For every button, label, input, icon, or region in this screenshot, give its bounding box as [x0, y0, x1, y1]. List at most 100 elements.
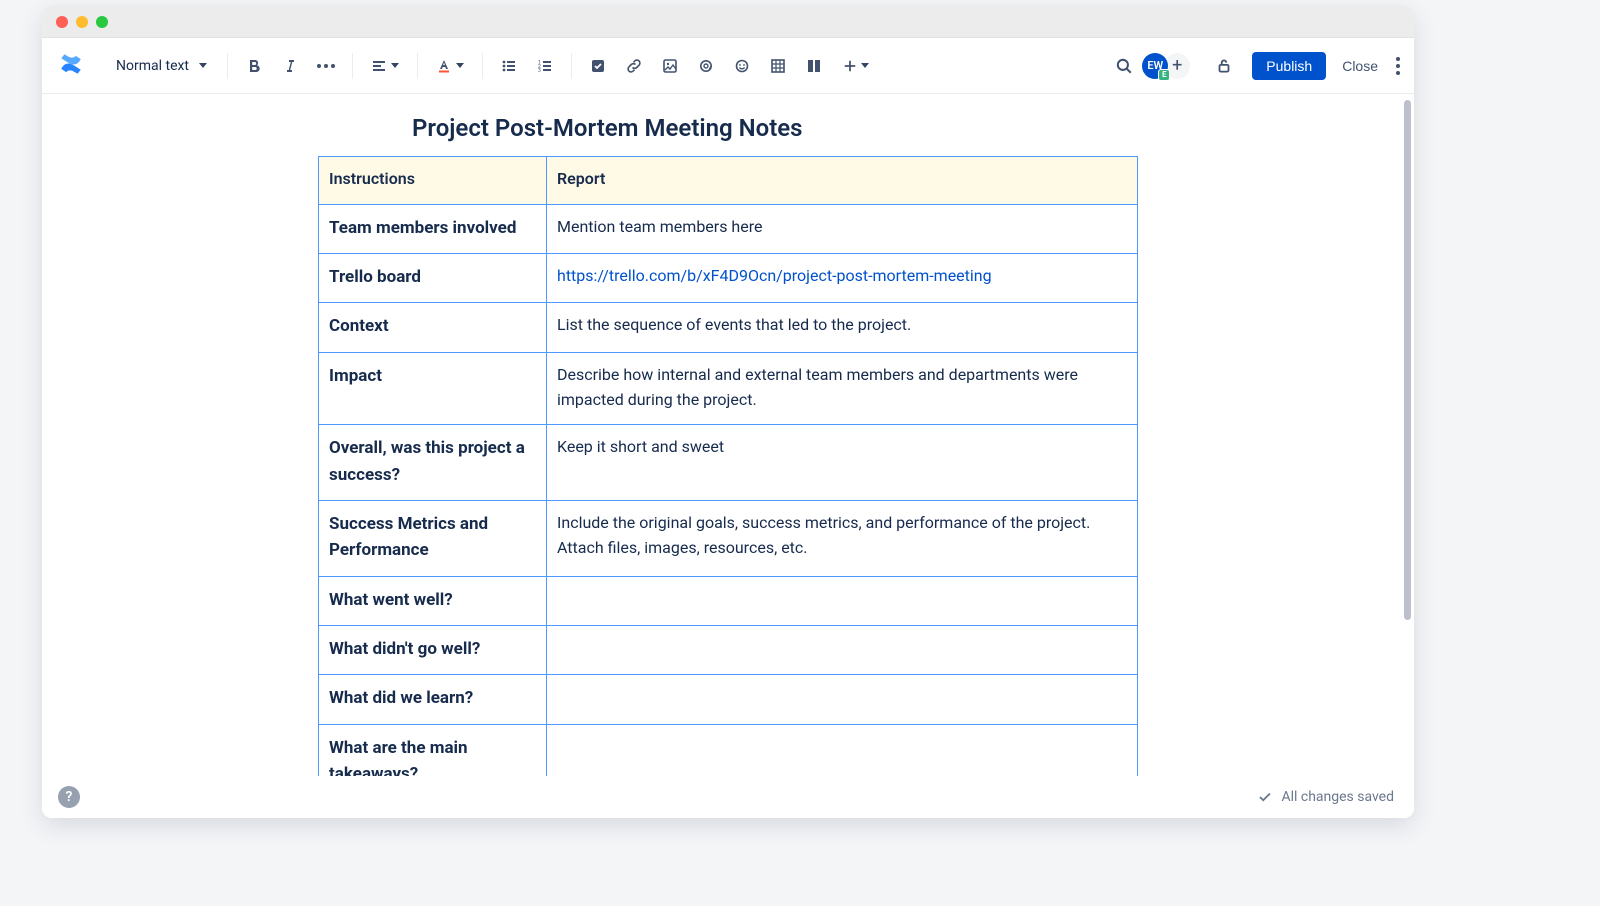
- row-content: Include the original goals, success metr…: [557, 511, 1127, 561]
- numbered-list-button[interactable]: 123: [529, 50, 561, 82]
- row-content-cell[interactable]: [547, 626, 1138, 675]
- row-label: Context: [329, 313, 536, 339]
- row-label: What didn't go well?: [329, 636, 536, 662]
- row-content-cell[interactable]: [547, 724, 1138, 776]
- user-avatar[interactable]: EW E: [1142, 53, 1168, 79]
- row-label-cell[interactable]: Overall, was this project a success?: [319, 425, 547, 501]
- plus-icon: +: [1172, 57, 1182, 75]
- row-label-cell[interactable]: What did we learn?: [319, 675, 547, 724]
- help-icon: ?: [66, 789, 73, 805]
- close-label: Close: [1342, 58, 1378, 74]
- row-content-cell[interactable]: [547, 576, 1138, 625]
- mac-titlebar: [42, 6, 1414, 38]
- row-content-cell[interactable]: Describe how internal and external team …: [547, 352, 1138, 425]
- save-status-text: All changes saved: [1281, 789, 1394, 805]
- editor-canvas-scroll[interactable]: Project Post-Mortem Meeting Notes Instru…: [42, 94, 1414, 776]
- row-label-cell[interactable]: Trello board: [319, 254, 547, 303]
- chevron-down-icon: [199, 63, 207, 68]
- table-row[interactable]: Team members involved Mention team member…: [319, 204, 1138, 253]
- row-label-cell[interactable]: Context: [319, 303, 547, 352]
- table-row[interactable]: Trello board https://trello.com/b/xF4D9Oc…: [319, 254, 1138, 303]
- trello-board-link[interactable]: https://trello.com/b/xF4D9Ocn/project-po…: [557, 266, 992, 285]
- table-row[interactable]: Context List the sequence of events that …: [319, 303, 1138, 352]
- emoji-button[interactable]: [726, 50, 758, 82]
- action-item-button[interactable]: [582, 50, 614, 82]
- layouts-button[interactable]: [798, 50, 830, 82]
- table-header-report[interactable]: Report: [547, 157, 1138, 205]
- row-label: Success Metrics and Performance: [329, 511, 536, 564]
- row-label: Trello board: [329, 264, 536, 290]
- ellipsis-icon: [317, 64, 335, 68]
- table-row[interactable]: Overall, was this project a success? Keep…: [319, 425, 1138, 501]
- text-style-dropdown[interactable]: Normal text: [108, 54, 215, 78]
- bullet-list-button[interactable]: [493, 50, 525, 82]
- row-label: Impact: [329, 363, 536, 389]
- row-content: List the sequence of events that led to …: [557, 313, 1127, 338]
- page-title[interactable]: Project Post-Mortem Meeting Notes: [318, 114, 1138, 156]
- table-row[interactable]: What didn't go well?: [319, 626, 1138, 675]
- table-header-instructions[interactable]: Instructions: [319, 157, 547, 205]
- table-header-row[interactable]: Instructions Report: [319, 157, 1138, 205]
- toolbar-separator: [417, 53, 418, 79]
- italic-button[interactable]: [274, 50, 306, 82]
- mention-button[interactable]: [690, 50, 722, 82]
- editor-toolbar: Normal text: [42, 38, 1414, 94]
- row-label-cell[interactable]: What went well?: [319, 576, 547, 625]
- row-content-cell[interactable]: Mention team members here: [547, 204, 1138, 253]
- row-label-cell[interactable]: What are the main takeaways?: [319, 724, 547, 776]
- row-content-cell[interactable]: List the sequence of events that led to …: [547, 303, 1138, 352]
- table-row[interactable]: What went well?: [319, 576, 1138, 625]
- table-row[interactable]: What did we learn?: [319, 675, 1138, 724]
- restrictions-button[interactable]: [1208, 50, 1240, 82]
- table-button[interactable]: [762, 50, 794, 82]
- more-formatting-button[interactable]: [310, 50, 342, 82]
- row-content-cell[interactable]: Keep it short and sweet: [547, 425, 1138, 501]
- alignment-dropdown[interactable]: [363, 50, 407, 82]
- row-content-cell[interactable]: https://trello.com/b/xF4D9Ocn/project-po…: [547, 254, 1138, 303]
- editor-canvas[interactable]: Project Post-Mortem Meeting Notes Instru…: [318, 94, 1138, 776]
- confluence-logo-icon: [58, 51, 84, 81]
- toolbar-separator: [352, 53, 353, 79]
- toolbar-separator: [482, 53, 483, 79]
- text-style-label: Normal text: [116, 58, 189, 74]
- row-content-cell[interactable]: [547, 675, 1138, 724]
- row-content: Mention team members here: [557, 215, 1127, 240]
- row-content-cell[interactable]: Include the original goals, success metr…: [547, 501, 1138, 577]
- publish-label: Publish: [1266, 58, 1312, 74]
- row-label-cell[interactable]: What didn't go well?: [319, 626, 547, 675]
- text-color-dropdown[interactable]: [428, 50, 472, 82]
- table-row[interactable]: Impact Describe how internal and external…: [319, 352, 1138, 425]
- row-label: Team members involved: [329, 215, 536, 241]
- table-row[interactable]: Success Metrics and Performance Include t…: [319, 501, 1138, 577]
- publish-button[interactable]: Publish: [1252, 52, 1326, 80]
- table-row[interactable]: What are the main takeaways?: [319, 724, 1138, 776]
- post-mortem-table[interactable]: Instructions Report Team members involve…: [318, 156, 1138, 776]
- window-maximize-dot[interactable]: [96, 16, 108, 28]
- row-content: Keep it short and sweet: [557, 435, 1127, 460]
- row-label-cell[interactable]: Team members involved: [319, 204, 547, 253]
- avatar-status-badge: E: [1158, 69, 1170, 81]
- help-button[interactable]: ?: [58, 786, 80, 808]
- row-label: What did we learn?: [329, 685, 536, 711]
- link-button[interactable]: [618, 50, 650, 82]
- scrollbar-thumb[interactable]: [1404, 100, 1411, 620]
- row-label: What went well?: [329, 587, 536, 613]
- row-label: Overall, was this project a success?: [329, 435, 536, 488]
- editor-footer: ? All changes saved: [42, 776, 1414, 818]
- close-button[interactable]: Close: [1332, 52, 1388, 80]
- app-window: Normal text: [42, 6, 1414, 818]
- row-label: What are the main takeaways?: [329, 735, 536, 776]
- insert-dropdown[interactable]: [834, 50, 878, 82]
- window-minimize-dot[interactable]: [76, 16, 88, 28]
- chevron-down-icon: [861, 63, 869, 68]
- toolbar-separator: [571, 53, 572, 79]
- row-label-cell[interactable]: Impact: [319, 352, 547, 425]
- check-icon: [1257, 789, 1273, 805]
- find-replace-button[interactable]: [1108, 50, 1140, 82]
- image-button[interactable]: [654, 50, 686, 82]
- bold-button[interactable]: [238, 50, 270, 82]
- more-actions-button[interactable]: [1392, 57, 1404, 75]
- row-label-cell[interactable]: Success Metrics and Performance: [319, 501, 547, 577]
- window-close-dot[interactable]: [56, 16, 68, 28]
- chevron-down-icon: [456, 63, 464, 68]
